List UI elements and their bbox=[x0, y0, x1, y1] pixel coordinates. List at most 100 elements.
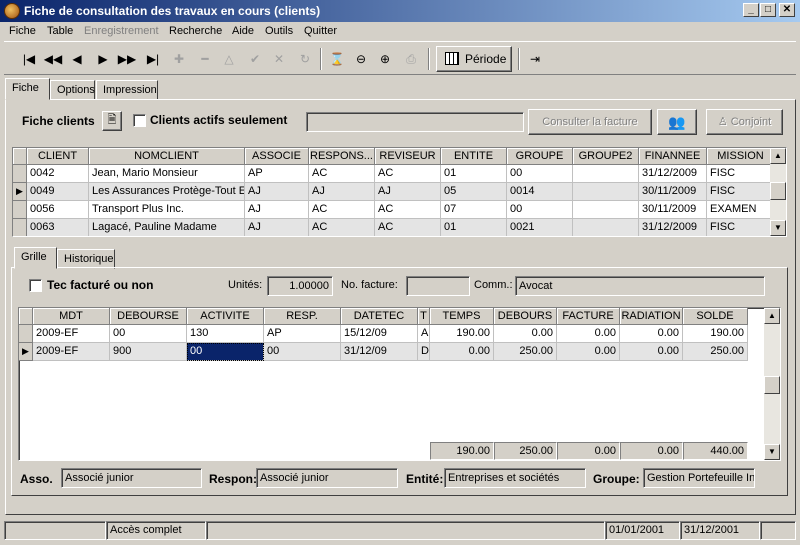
table-cell[interactable]: 250.00 bbox=[683, 343, 748, 361]
table-cell[interactable]: AC bbox=[375, 201, 441, 219]
table-cell[interactable]: Transport Plus Inc. bbox=[89, 201, 245, 219]
column-header[interactable]: MDT bbox=[33, 308, 110, 325]
table-cell[interactable]: Lagacé, Pauline Madame bbox=[89, 219, 245, 236]
tab-grille[interactable]: Grille bbox=[14, 247, 57, 269]
last-record-icon[interactable]: ▶| bbox=[142, 48, 164, 70]
table-cell[interactable]: AC bbox=[375, 219, 441, 236]
column-header[interactable]: ENTITE bbox=[441, 148, 507, 165]
row-indicator[interactable] bbox=[13, 201, 27, 219]
menu-outils[interactable]: Outils bbox=[265, 25, 293, 37]
confirm-icon[interactable]: ✔ bbox=[244, 48, 266, 70]
table-cell[interactable]: AJ bbox=[309, 183, 375, 201]
table-cell[interactable]: 0063 bbox=[27, 219, 89, 236]
table-cell[interactable]: 00 bbox=[507, 165, 573, 183]
table-cell[interactable]: 0.00 bbox=[557, 343, 620, 361]
tab-impression[interactable]: Impression bbox=[96, 80, 158, 100]
row-indicator[interactable]: ▶ bbox=[13, 183, 27, 201]
table-cell[interactable]: AC bbox=[375, 165, 441, 183]
menu-enregistrement[interactable]: Enregistrement bbox=[84, 25, 159, 37]
table-cell[interactable]: 0.00 bbox=[620, 343, 683, 361]
hourglass-icon[interactable]: ⌛ bbox=[326, 48, 348, 70]
row-indicator[interactable] bbox=[13, 165, 27, 183]
table-cell[interactable]: 0021 bbox=[507, 219, 573, 236]
table-cell[interactable]: 0.00 bbox=[430, 343, 494, 361]
table-cell[interactable]: 31/12/2009 bbox=[639, 165, 707, 183]
table-cell[interactable]: 00 bbox=[110, 325, 187, 343]
row-indicator[interactable] bbox=[13, 219, 27, 236]
menu-fiche[interactable]: Fiche bbox=[9, 25, 36, 37]
scroll-thumb[interactable] bbox=[764, 376, 780, 394]
column-header[interactable]: TEMPS bbox=[430, 308, 494, 325]
tab-fiche[interactable]: Fiche bbox=[5, 78, 50, 100]
table-cell[interactable]: FISC bbox=[707, 165, 775, 183]
scroll-down-icon[interactable]: ▼ bbox=[764, 444, 780, 460]
scroll-up-icon[interactable]: ▲ bbox=[764, 308, 780, 324]
menu-recherche[interactable]: Recherche bbox=[169, 25, 222, 37]
column-header[interactable]: DEBOURSE bbox=[110, 308, 187, 325]
table-cell[interactable]: 2009-EF bbox=[33, 343, 110, 361]
table-cell[interactable]: AC bbox=[309, 219, 375, 236]
table-cell[interactable]: AJ bbox=[375, 183, 441, 201]
table-cell[interactable]: 01 bbox=[441, 165, 507, 183]
scroll-down-icon[interactable]: ▼ bbox=[770, 220, 786, 236]
column-header[interactable]: RESPONS... bbox=[309, 148, 375, 165]
table-cell[interactable]: AJ bbox=[245, 201, 309, 219]
table-cell[interactable]: 00 bbox=[187, 343, 264, 361]
table-cell[interactable]: A bbox=[418, 325, 430, 343]
periode-button[interactable]: Période bbox=[436, 46, 512, 72]
clients-scrollbar[interactable]: ▲ ▼ bbox=[770, 148, 786, 236]
table-cell[interactable]: 0014 bbox=[507, 183, 573, 201]
table-cell[interactable]: 30/11/2009 bbox=[639, 183, 707, 201]
menu-quitter[interactable]: Quitter bbox=[304, 25, 337, 37]
refresh-icon[interactable]: ↻ bbox=[294, 48, 316, 70]
column-header[interactable]: ASSOCIE bbox=[245, 148, 309, 165]
table-cell[interactable]: 15/12/09 bbox=[341, 325, 418, 343]
column-header[interactable]: DEBOURS bbox=[494, 308, 557, 325]
table-cell[interactable]: 0.00 bbox=[620, 325, 683, 343]
table-cell[interactable]: 00 bbox=[507, 201, 573, 219]
next-record-icon[interactable]: ▶ bbox=[92, 48, 114, 70]
first-record-icon[interactable]: |◀ bbox=[18, 48, 40, 70]
table-cell[interactable]: 0049 bbox=[27, 183, 89, 201]
column-header[interactable]: RESP. bbox=[264, 308, 341, 325]
table-cell[interactable]: 2009-EF bbox=[33, 325, 110, 343]
tec-checkbox[interactable] bbox=[29, 279, 42, 292]
row-indicator[interactable]: ▶ bbox=[19, 343, 33, 361]
maximize-button[interactable]: □ bbox=[760, 3, 776, 17]
row-indicator[interactable] bbox=[19, 325, 33, 343]
table-cell[interactable]: 0.00 bbox=[494, 325, 557, 343]
table-cell[interactable]: 0056 bbox=[27, 201, 89, 219]
table-cell[interactable] bbox=[573, 165, 639, 183]
unites-field[interactable]: 1.00000 bbox=[267, 276, 333, 296]
menu-aide[interactable]: Aide bbox=[232, 25, 254, 37]
table-cell[interactable]: 0.00 bbox=[557, 325, 620, 343]
client-search-field[interactable] bbox=[306, 112, 524, 132]
edit-icon[interactable]: △ bbox=[218, 48, 240, 70]
column-header[interactable]: GROUPE2 bbox=[573, 148, 639, 165]
print-icon[interactable]: ⎙ bbox=[400, 48, 422, 70]
conjoint-button[interactable]: ♙ Conjoint bbox=[706, 109, 783, 135]
contacts-icon[interactable]: 👥 bbox=[657, 109, 697, 135]
cancel-icon[interactable]: ✕ bbox=[268, 48, 290, 70]
table-cell[interactable]: 00 bbox=[264, 343, 341, 361]
column-header[interactable]: FACTURE bbox=[557, 308, 620, 325]
prev-record-icon[interactable]: ◀ bbox=[66, 48, 88, 70]
table-cell[interactable]: EXAMEN bbox=[707, 201, 775, 219]
column-header[interactable]: FINANNEE bbox=[639, 148, 707, 165]
tab-options[interactable]: Options bbox=[50, 80, 95, 100]
document-icon[interactable]: 🗎 bbox=[102, 111, 122, 131]
table-cell[interactable]: Jean, Mario Monsieur bbox=[89, 165, 245, 183]
table-cell[interactable]: 01 bbox=[441, 219, 507, 236]
travaux-scrollbar[interactable]: ▲ ▼ bbox=[764, 308, 780, 460]
table-cell[interactable]: 250.00 bbox=[494, 343, 557, 361]
table-cell[interactable]: AP bbox=[245, 165, 309, 183]
tab-historique[interactable]: Historique bbox=[57, 249, 115, 269]
table-cell[interactable]: 31/12/09 bbox=[341, 343, 418, 361]
table-cell[interactable]: D bbox=[418, 343, 430, 361]
column-header[interactable]: DATETEC bbox=[341, 308, 418, 325]
menu-table[interactable]: Table bbox=[47, 25, 73, 37]
column-header[interactable]: T bbox=[418, 308, 430, 325]
table-cell[interactable]: 190.00 bbox=[683, 325, 748, 343]
column-header[interactable]: RADIATION bbox=[620, 308, 683, 325]
table-cell[interactable]: FISC bbox=[707, 183, 775, 201]
